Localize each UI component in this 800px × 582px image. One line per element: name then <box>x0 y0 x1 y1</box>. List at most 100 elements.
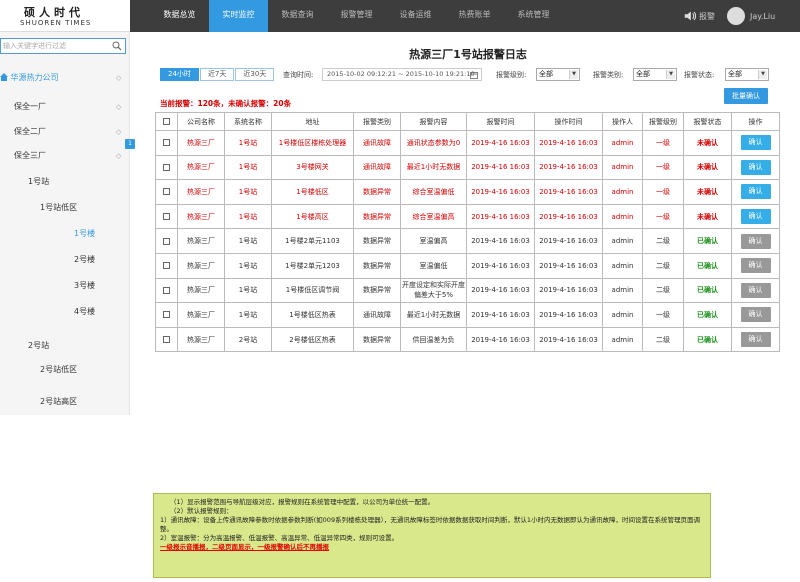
alarm-type-label: 报警类别: <box>593 71 624 79</box>
row-select-cell[interactable] <box>155 326 178 353</box>
header-alarm-label[interactable]: 报警 <box>699 11 715 22</box>
collapse-icon[interactable]: ◇ <box>116 74 121 82</box>
nav-data-query[interactable]: 数据查询 <box>268 0 327 32</box>
nav-realtime-monitor[interactable]: 实时监控 <box>209 0 268 32</box>
sidebar-item-building-1[interactable]: 1号楼 <box>74 226 95 242</box>
tab-30d[interactable]: 近30天 <box>235 68 275 81</box>
row-checkbox[interactable] <box>163 213 170 221</box>
cell-status: 已确认 <box>683 228 732 254</box>
row-select-cell[interactable] <box>155 228 178 254</box>
cell-status: 已确认 <box>683 252 732 279</box>
confirm-button[interactable]: 确认 <box>740 233 771 249</box>
header-content: 报警内容 <box>400 112 467 131</box>
calendar-icon[interactable] <box>470 71 478 79</box>
date-range-input[interactable]: 2015-10-02 09:12:21 ~ 2015-10-10 19:21:1… <box>322 68 482 81</box>
sidebar-item-building-2[interactable]: 2号楼 <box>74 252 95 268</box>
search-icon[interactable] <box>112 41 122 51</box>
row-select-cell[interactable] <box>155 302 178 328</box>
row-checkbox[interactable] <box>163 139 170 147</box>
alarm-table-body: 热源三厂 1号站 1号楼低区楼栋处理器 通讯故障 通讯状态参数为0 2019-4-16 1… <box>155 130 780 353</box>
confirm-button[interactable]: 确认 <box>740 159 771 175</box>
row-select-cell[interactable] <box>155 203 178 230</box>
row-checkbox[interactable] <box>163 163 170 171</box>
sidebar-item-building-3[interactable]: 3号楼 <box>74 278 95 294</box>
cell-op-time: 2019-4-16 16:03 <box>534 228 603 254</box>
cell-operator: admin <box>602 277 643 304</box>
requirements-note: （1）显示报警范围与导航层级对应，报警规则在系统管理中配置，以公司为单位统一配置… <box>153 493 711 578</box>
cell-system: 1号站 <box>224 302 272 328</box>
alarm-level-select[interactable]: 全部 ▼ <box>536 68 580 81</box>
batch-confirm-button[interactable]: 批量确认 <box>724 88 768 104</box>
row-checkbox[interactable] <box>163 286 170 294</box>
cell-alarm-time: 2019-4-16 16:03 <box>466 179 535 205</box>
row-select-cell[interactable] <box>155 179 178 205</box>
cell-status: 未确认 <box>683 179 732 205</box>
expand-icon[interactable]: ◇ <box>116 128 121 136</box>
sidebar-item-company[interactable]: 华源热力公司 <box>0 70 59 86</box>
cell-address: 1号楼2单元1103 <box>271 228 354 254</box>
cell-level: 一级 <box>642 203 684 230</box>
note-warning: 一级报示音播报，二级页面显示，一级报警确认后不再播报 <box>160 543 329 551</box>
row-select-cell[interactable] <box>155 252 178 279</box>
cell-alarm-time: 2019-4-16 16:03 <box>466 302 535 328</box>
row-checkbox[interactable] <box>163 188 170 196</box>
nav-overview[interactable]: 数据总览 <box>150 0 209 32</box>
cell-system: 1号站 <box>224 277 272 304</box>
row-checkbox[interactable] <box>163 336 170 344</box>
confirm-button[interactable]: 确认 <box>740 184 771 200</box>
cell-op-time: 2019-4-16 16:03 <box>534 154 603 181</box>
avatar[interactable] <box>727 7 745 25</box>
nav-device-maintenance[interactable]: 设备运维 <box>386 0 445 32</box>
sidebar-item-station-2[interactable]: 2号站 <box>28 338 49 354</box>
confirm-button[interactable]: 确认 <box>740 282 771 298</box>
tab-24h[interactable]: 24小时 <box>160 68 199 81</box>
sidebar-item-plant-3[interactable]: 保全三厂 <box>14 148 46 164</box>
confirm-button[interactable]: 确认 <box>740 135 771 151</box>
sidebar-item-station-2-low[interactable]: 2号站低区 <box>40 362 77 378</box>
sidebar-item-station-2-high[interactable]: 2号站高区 <box>40 394 77 410</box>
nav-system-management[interactable]: 系统管理 <box>504 0 563 32</box>
cell-type: 数据异常 <box>353 252 401 279</box>
select-all-checkbox[interactable] <box>163 118 170 125</box>
row-checkbox[interactable] <box>163 311 170 319</box>
header-select-all[interactable] <box>155 112 178 131</box>
sidebar-item-building-4[interactable]: 4号楼 <box>74 304 95 320</box>
expand-icon[interactable]: ◇ <box>116 103 121 111</box>
sidebar-badge: 1 <box>125 139 135 149</box>
sidebar-item-station-1[interactable]: 1号站 <box>28 174 49 190</box>
alarm-status-label: 报警状态: <box>684 71 715 79</box>
user-name[interactable]: Jay.Liu <box>750 12 800 21</box>
row-checkbox[interactable] <box>163 237 170 245</box>
row-select-cell[interactable] <box>155 154 178 181</box>
row-select-cell[interactable] <box>155 277 178 304</box>
nav-alarm-management[interactable]: 报警管理 <box>327 0 386 32</box>
row-checkbox[interactable] <box>163 262 170 270</box>
alarm-status-select[interactable]: 全部 ▼ <box>725 68 769 81</box>
sidebar-item-plant-2[interactable]: 保全二厂 <box>14 124 46 140</box>
cell-alarm-time: 2019-4-16 16:03 <box>466 203 535 230</box>
collapse-icon[interactable]: ◇ <box>116 152 121 160</box>
note-line: 2）室温报警：分为高温报警、低温报警、高温异常、低温异常四类，规则可设置。 <box>160 534 399 542</box>
cell-action: 确认 <box>731 252 780 279</box>
header-operator: 操作人 <box>602 112 643 131</box>
alarm-type-select[interactable]: 全部 ▼ <box>633 68 677 81</box>
sidebar-item-plant-1[interactable]: 保全一厂 <box>14 99 46 115</box>
table-header-row: 公司名称 系统名称 地址 报警类别 报警内容 报警时间 操作时间 操作人 报警级… <box>155 112 780 131</box>
cell-address: 1号楼低区调节阀 <box>271 277 354 304</box>
cell-action: 确认 <box>731 130 780 156</box>
tab-7d[interactable]: 近7天 <box>199 68 235 81</box>
sidebar-item-station-1-low[interactable]: 1号站低区 <box>40 200 77 216</box>
sidebar-item-label: 华源热力公司 <box>10 73 59 82</box>
cell-address: 1号楼低区楼栋处理器 <box>271 130 354 156</box>
home-icon <box>0 73 8 81</box>
confirm-button[interactable]: 确认 <box>740 332 771 348</box>
confirm-button[interactable]: 确认 <box>740 307 771 323</box>
cell-address: 1号楼2单元1203 <box>271 252 354 279</box>
row-select-cell[interactable] <box>155 130 178 156</box>
confirm-button[interactable]: 确认 <box>740 209 771 225</box>
header-system: 系统名称 <box>224 112 272 131</box>
confirm-button[interactable]: 确认 <box>740 258 771 274</box>
speaker-icon[interactable] <box>683 9 697 23</box>
nav-heating-bill[interactable]: 热费账单 <box>445 0 504 32</box>
sidebar-search-input[interactable] <box>3 40 111 52</box>
